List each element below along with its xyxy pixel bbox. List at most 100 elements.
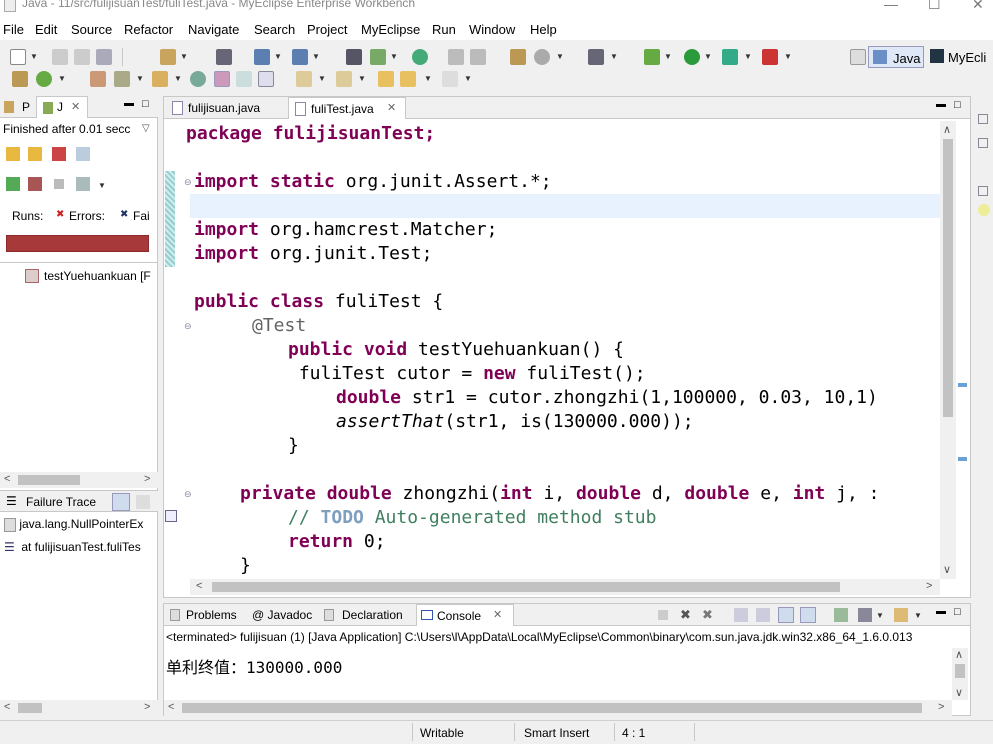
code-line[interactable]: double str1 = cutor.zhongzhi(1,100000, 0… (336, 386, 878, 410)
code-line[interactable]: } (288, 434, 299, 458)
task-marker-icon[interactable] (165, 510, 177, 522)
menu-run[interactable]: Run (432, 22, 456, 37)
minimize-button[interactable]: — (884, 0, 898, 12)
menu-help[interactable]: Help (530, 22, 557, 37)
show-whitespace-icon[interactable] (258, 71, 274, 87)
ruler-mark[interactable] (958, 383, 967, 387)
tab-javadoc[interactable]: @ Javadoc (252, 608, 312, 622)
tab-fulijisuan[interactable]: fulijisuan.java (166, 97, 286, 119)
restore-view-icon[interactable] (978, 138, 988, 148)
scroll-lock-icon[interactable] (756, 608, 770, 622)
menu-window[interactable]: Window (469, 22, 515, 37)
maximize-view-icon[interactable]: □ (142, 98, 149, 110)
clear-console-icon[interactable] (734, 608, 748, 622)
remove-launch-icon[interactable]: ✖ (680, 607, 691, 623)
back-nav-icon[interactable] (400, 71, 416, 87)
tab-package-explorer[interactable]: P (22, 100, 30, 114)
code-line[interactable]: import static org.junit.Assert.*; (194, 170, 552, 194)
code-line[interactable]: return 0; (288, 530, 386, 554)
rerun-icon[interactable] (6, 177, 20, 191)
minimize-view-icon[interactable]: ▬ (936, 99, 946, 110)
trace-line[interactable]: ☰ at fulijisuanTest.fuliTes (4, 540, 158, 554)
console-hscroll[interactable]: < > (164, 700, 952, 716)
wizard-icon[interactable] (510, 49, 526, 65)
trace-hscroll[interactable]: < > (0, 700, 158, 716)
server-icon[interactable] (216, 49, 232, 65)
editor-hscroll[interactable]: < > (190, 579, 940, 595)
code-line[interactable]: public void testYuehuankuan() { (288, 338, 624, 362)
open-console-icon[interactable] (894, 608, 908, 622)
web-icon[interactable] (292, 49, 308, 65)
highlight-icon[interactable] (214, 71, 230, 87)
filter-stack-icon[interactable] (112, 493, 130, 511)
fold-icon[interactable]: ⊖ (184, 177, 192, 188)
tab-declaration[interactable]: Declaration (322, 604, 414, 626)
code-line[interactable]: // TODO Auto-generated method stub (288, 506, 656, 530)
next-annotation-icon[interactable] (296, 71, 312, 87)
refresh-icon[interactable] (36, 71, 52, 87)
console-output[interactable]: 单利终值：130000.000 (166, 654, 342, 678)
chevron-down-icon[interactable]: ▼ (30, 52, 38, 61)
code-line[interactable]: } (240, 554, 251, 578)
globe-icon[interactable] (412, 49, 428, 65)
menu-project[interactable]: Project (307, 22, 347, 37)
debug-icon[interactable] (644, 49, 660, 65)
last-edit-icon[interactable] (378, 71, 394, 87)
network-icon[interactable] (346, 49, 362, 65)
close-button[interactable]: ✕ (972, 0, 984, 13)
menu-refactor[interactable]: Refactor (124, 22, 173, 37)
brush-icon[interactable] (114, 71, 130, 87)
fold-icon[interactable]: ⊖ (184, 321, 192, 332)
menu-search[interactable]: Search (254, 22, 295, 37)
block-select-icon[interactable] (236, 71, 252, 87)
chevron-down-icon[interactable]: ▽ (142, 123, 150, 134)
open-icon[interactable] (90, 71, 106, 87)
forward-nav-icon[interactable] (442, 71, 458, 87)
run-icon[interactable] (684, 49, 700, 65)
minimize-view-icon[interactable]: ▬ (124, 98, 134, 109)
console-vscroll[interactable]: ∧ ∨ (952, 648, 968, 700)
menu-edit[interactable]: Edit (35, 22, 57, 37)
compare-icon[interactable] (136, 495, 150, 509)
save-icon[interactable] (52, 49, 68, 65)
prev-failure-icon[interactable] (28, 147, 42, 161)
rerun-failed-icon[interactable] (28, 177, 42, 191)
menu-source[interactable]: Source (71, 22, 112, 37)
folder-icon[interactable] (152, 71, 168, 87)
tab-fulitest[interactable]: fuliTest.java ✕ (288, 97, 406, 119)
open-perspective-icon[interactable] (850, 49, 866, 65)
remove-all-icon[interactable]: ✖ (702, 607, 713, 623)
scroll-lock-icon[interactable] (76, 147, 90, 161)
close-icon[interactable]: ✕ (71, 100, 80, 113)
fold-icon[interactable]: ⊖ (184, 489, 192, 500)
open-type-icon[interactable] (370, 49, 386, 65)
coverage-icon[interactable] (722, 49, 738, 65)
pin-console-icon[interactable] (834, 608, 848, 622)
screen-icon[interactable] (588, 49, 604, 65)
terminate-icon[interactable] (658, 610, 668, 620)
new-icon[interactable] (10, 49, 26, 65)
search-icon[interactable] (190, 71, 206, 87)
forward-icon[interactable] (470, 49, 486, 65)
display-console-icon[interactable] (858, 608, 872, 622)
next-failure-icon[interactable] (6, 147, 20, 161)
code-line[interactable]: import org.junit.Test; (194, 242, 432, 266)
maximize-view-icon[interactable]: □ (954, 606, 961, 618)
minimize-view-icon[interactable]: ▬ (936, 606, 946, 617)
maximize-view-icon[interactable]: □ (954, 99, 961, 111)
show-on-output-icon[interactable] (800, 607, 816, 623)
back-icon[interactable] (448, 49, 464, 65)
restore-view-icon[interactable] (978, 186, 988, 196)
print-icon[interactable] (96, 49, 112, 65)
package-explorer-icon[interactable] (4, 101, 14, 113)
menu-file[interactable]: File (3, 22, 24, 37)
editor-vscroll[interactable]: ∧ ∨ (940, 121, 956, 579)
perspective-java[interactable]: Java (868, 46, 924, 68)
stop-icon[interactable] (54, 179, 64, 189)
connector-icon[interactable] (12, 71, 28, 87)
outline-icon[interactable] (978, 204, 990, 216)
settings-icon[interactable] (534, 49, 550, 65)
code-line[interactable]: private double zhongzhi(int i, double d,… (240, 482, 879, 506)
perspective-myeclipse[interactable]: MyEcli (928, 46, 993, 68)
save-all-icon[interactable] (74, 49, 90, 65)
